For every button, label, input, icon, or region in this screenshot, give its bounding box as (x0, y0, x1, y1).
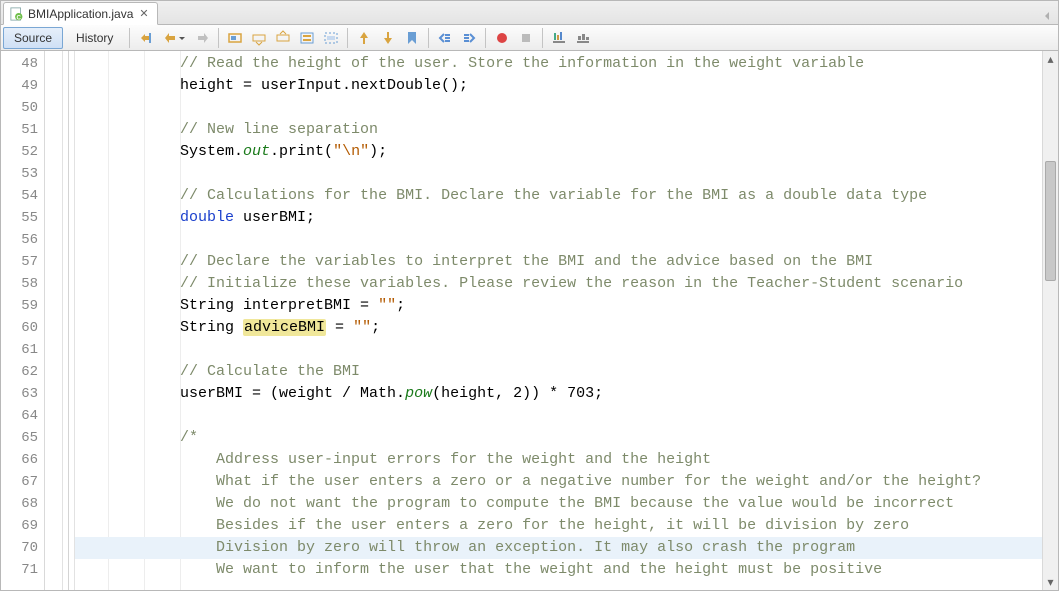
uncomment-icon[interactable] (572, 27, 594, 49)
line-number: 57 (1, 251, 44, 273)
ide-window: C BMIApplication.java ✕ Source History (0, 0, 1059, 591)
line-number: 55 (1, 207, 44, 229)
code-line[interactable] (81, 163, 1042, 185)
svg-text:C: C (17, 14, 22, 21)
toolbar-separator (485, 28, 486, 48)
toggle-bookmark-button-icon[interactable] (401, 27, 423, 49)
code-line[interactable] (81, 229, 1042, 251)
line-number: 60 (1, 317, 44, 339)
code-line[interactable]: // Initialize these variables. Please re… (81, 273, 1042, 295)
vertical-scrollbar[interactable]: ▴ ▾ (1042, 51, 1058, 590)
code-line[interactable]: // New line separation (81, 119, 1042, 141)
navigate-back-icon[interactable] (159, 27, 189, 49)
code-line[interactable]: /* (81, 427, 1042, 449)
find-next-icon[interactable] (272, 27, 294, 49)
code-line[interactable]: System.out.print("\n"); (81, 141, 1042, 163)
line-number: 52 (1, 141, 44, 163)
line-number: 48 (1, 53, 44, 75)
file-tab-label: BMIApplication.java (28, 7, 133, 21)
code-line[interactable]: // Calculations for the BMI. Declare the… (81, 185, 1042, 207)
line-number: 65 (1, 427, 44, 449)
line-number: 56 (1, 229, 44, 251)
toolbar-separator (129, 28, 130, 48)
code-line[interactable]: String interpretBMI = ""; (81, 295, 1042, 317)
line-number: 70 (1, 537, 44, 559)
code-line[interactable]: Division by zero will throw an exception… (81, 537, 1042, 559)
toggle-bookmark-icon[interactable] (320, 27, 342, 49)
scroll-up-icon[interactable]: ▴ (1043, 51, 1058, 67)
history-view-button[interactable]: History (65, 27, 124, 49)
line-number: 67 (1, 471, 44, 493)
line-number: 62 (1, 361, 44, 383)
line-number: 58 (1, 273, 44, 295)
code-line[interactable]: // Read the height of the user. Store th… (81, 53, 1042, 75)
code-line[interactable]: userBMI = (weight / Math.pow(height, 2))… (81, 383, 1042, 405)
toolbar-separator (428, 28, 429, 48)
code-line[interactable] (81, 339, 1042, 361)
code-line[interactable]: height = userInput.nextDouble(); (81, 75, 1042, 97)
close-tab-icon[interactable]: ✕ (137, 7, 150, 20)
line-number-gutter: 4849505152535455565758596061626364656667… (1, 51, 45, 590)
code-area[interactable]: // Read the height of the user. Store th… (75, 51, 1042, 590)
shift-left-icon[interactable] (434, 27, 456, 49)
code-line[interactable] (81, 405, 1042, 427)
line-number: 63 (1, 383, 44, 405)
tab-scroll-left-icon[interactable] (1040, 8, 1056, 24)
file-tab[interactable]: C BMIApplication.java ✕ (3, 2, 158, 25)
next-bookmark-icon[interactable] (377, 27, 399, 49)
navigate-forward-icon[interactable] (191, 27, 213, 49)
code-editor[interactable]: 4849505152535455565758596061626364656667… (1, 51, 1058, 590)
line-number: 66 (1, 449, 44, 471)
code-line[interactable]: We do not want the program to compute th… (81, 493, 1042, 515)
find-previous-icon[interactable] (248, 27, 270, 49)
code-line[interactable]: double userBMI; (81, 207, 1042, 229)
stop-macro-icon[interactable] (515, 27, 537, 49)
line-number: 51 (1, 119, 44, 141)
line-number: 54 (1, 185, 44, 207)
line-number: 53 (1, 163, 44, 185)
fold-margin (63, 51, 75, 590)
line-number: 69 (1, 515, 44, 537)
scrollbar-thumb[interactable] (1045, 161, 1056, 281)
code-line[interactable]: String adviceBMI = ""; (81, 317, 1042, 339)
previous-bookmark-icon[interactable] (353, 27, 375, 49)
source-view-button[interactable]: Source (3, 27, 63, 49)
line-number: 49 (1, 75, 44, 97)
glyph-margin (45, 51, 63, 590)
last-edit-icon[interactable] (135, 27, 157, 49)
java-class-icon: C (10, 7, 24, 21)
toolbar-separator (542, 28, 543, 48)
line-number: 71 (1, 559, 44, 581)
line-number: 59 (1, 295, 44, 317)
code-line[interactable]: We want to inform the user that the weig… (81, 559, 1042, 581)
editor-tabbar: C BMIApplication.java ✕ (1, 1, 1058, 25)
comment-icon[interactable] (548, 27, 570, 49)
editor-toolbar: Source History (1, 25, 1058, 51)
toolbar-separator (347, 28, 348, 48)
line-number: 50 (1, 97, 44, 119)
shift-right-icon[interactable] (458, 27, 480, 49)
line-number: 68 (1, 493, 44, 515)
code-line[interactable]: What if the user enters a zero or a nega… (81, 471, 1042, 493)
code-line[interactable]: // Declare the variables to interpret th… (81, 251, 1042, 273)
find-selection-icon[interactable] (224, 27, 246, 49)
code-line[interactable]: Besides if the user enters a zero for th… (81, 515, 1042, 537)
code-line[interactable]: // Calculate the BMI (81, 361, 1042, 383)
scroll-down-icon[interactable]: ▾ (1043, 574, 1058, 590)
code-line[interactable]: Address user-input errors for the weight… (81, 449, 1042, 471)
toggle-highlight-icon[interactable] (296, 27, 318, 49)
toolbar-separator (218, 28, 219, 48)
start-macro-icon[interactable] (491, 27, 513, 49)
line-number: 64 (1, 405, 44, 427)
code-line[interactable] (81, 97, 1042, 119)
line-number: 61 (1, 339, 44, 361)
